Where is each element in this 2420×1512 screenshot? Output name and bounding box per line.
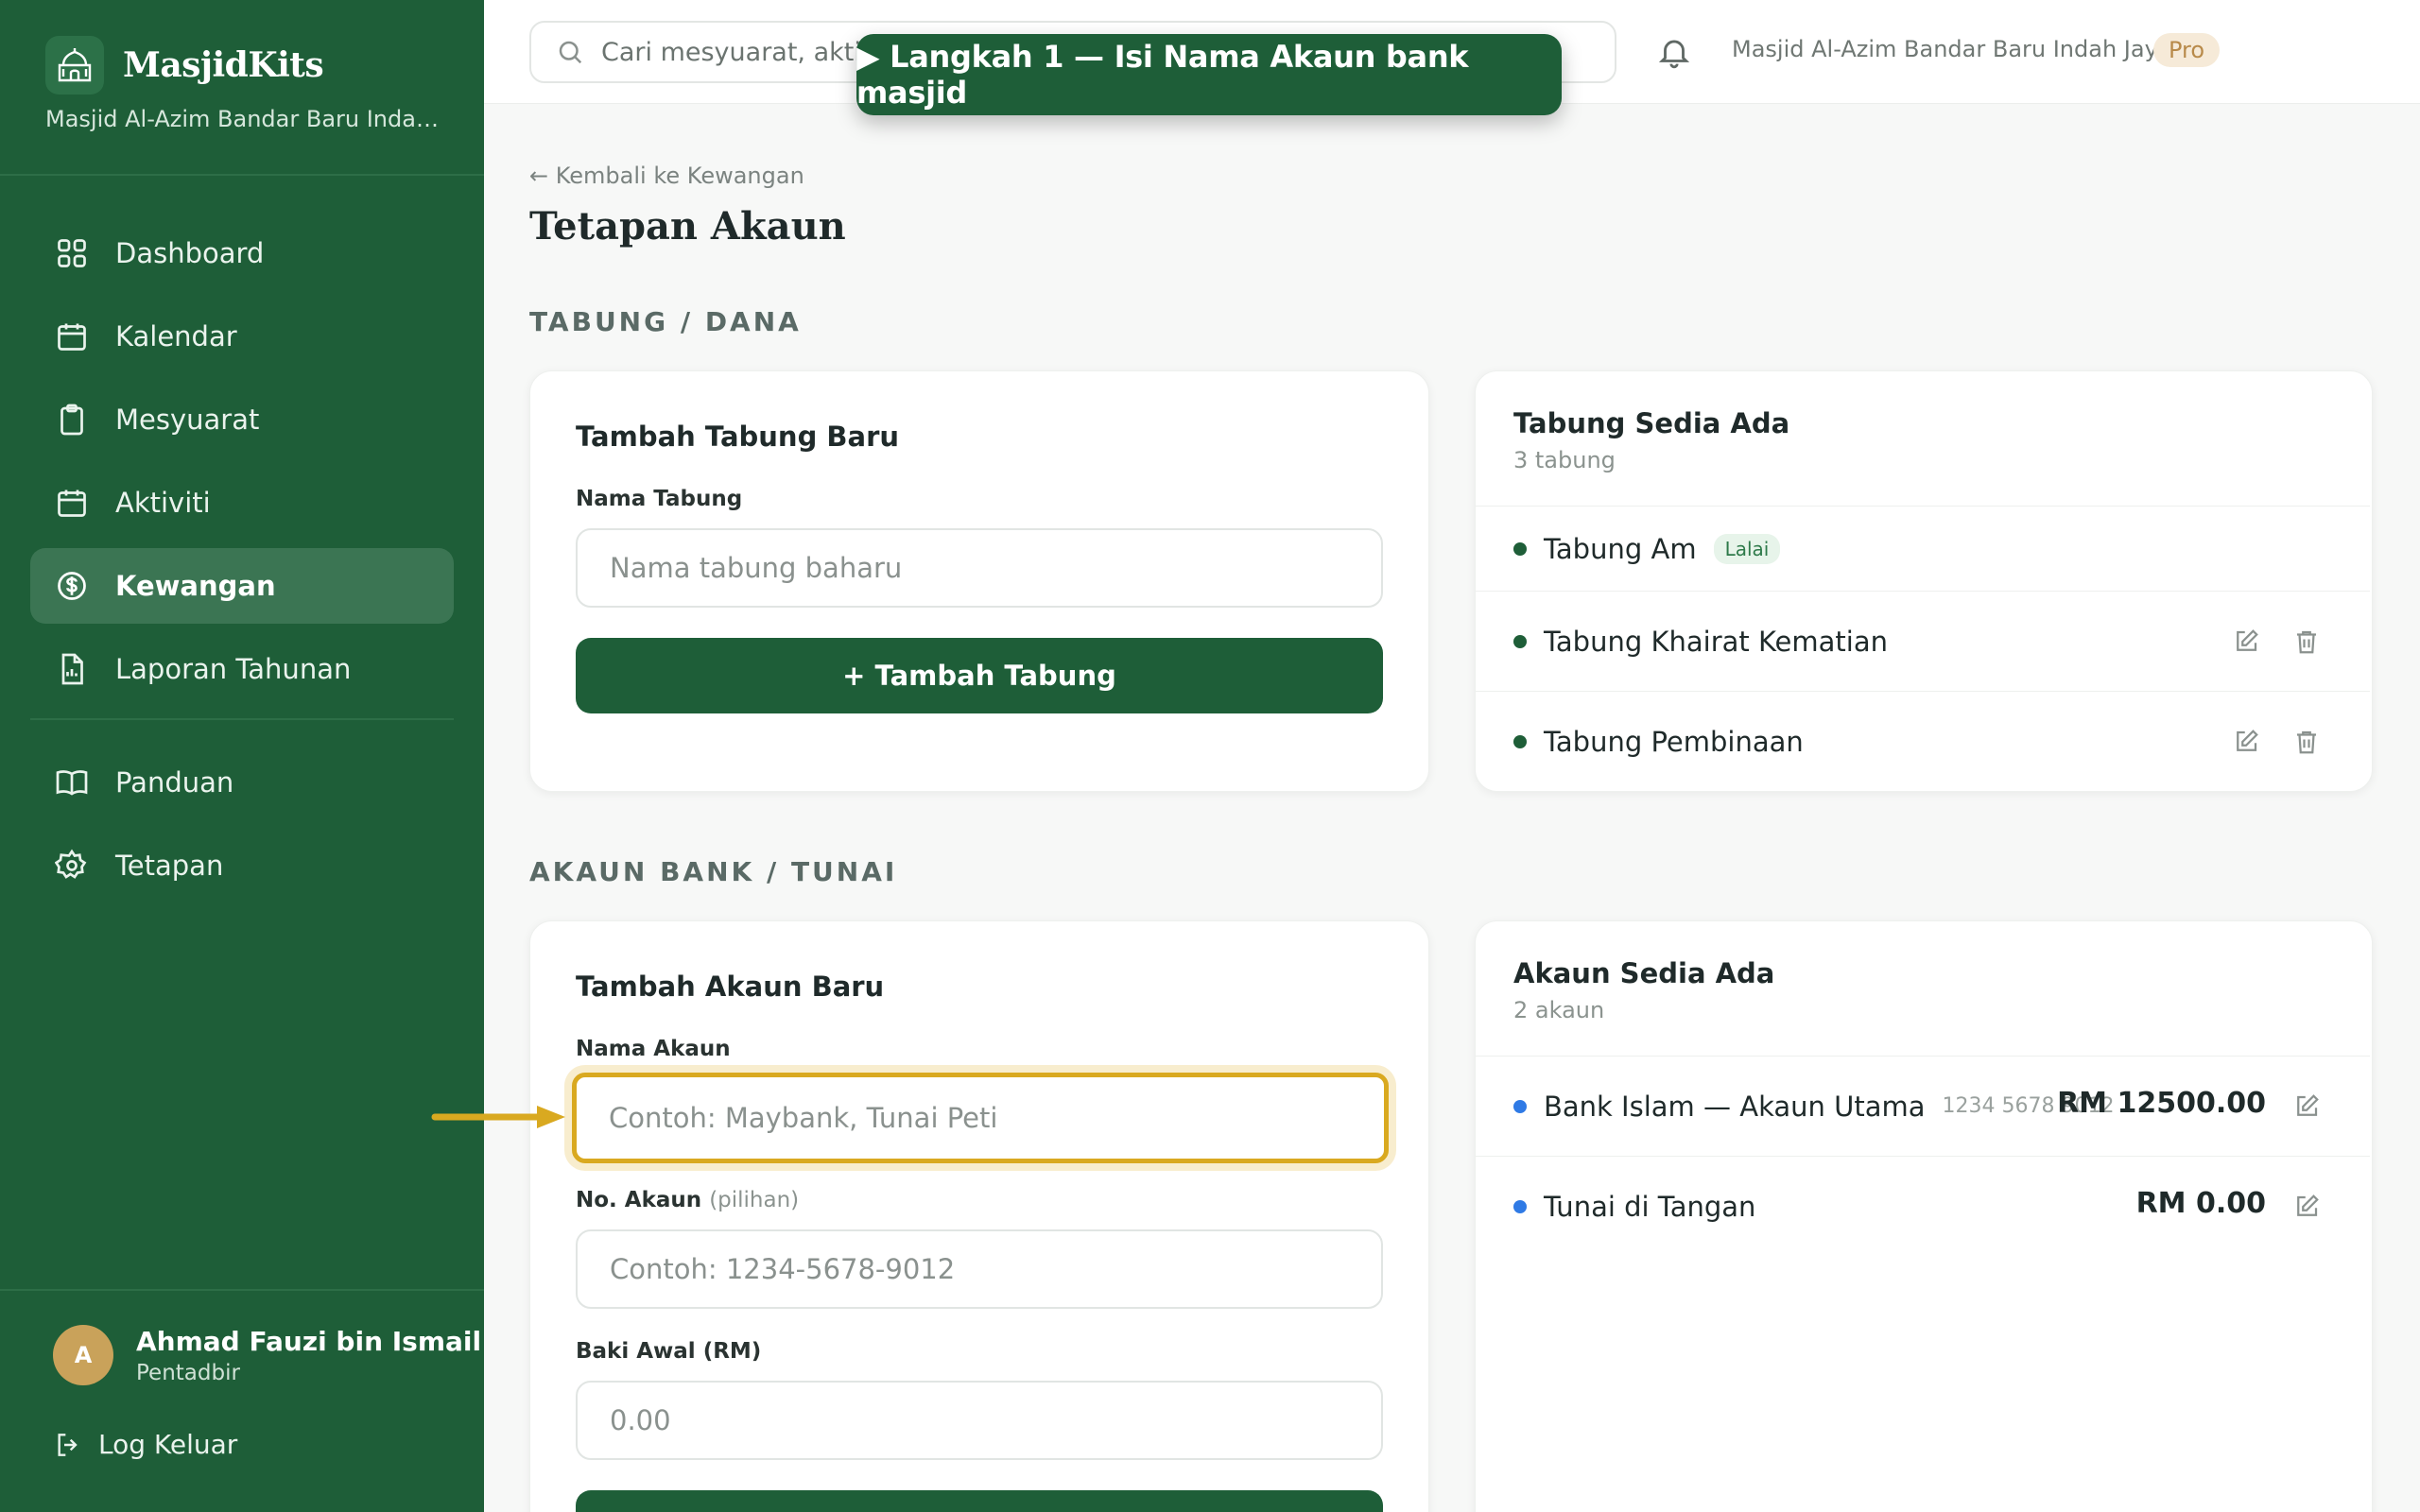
card-title: Tambah Akaun Baru bbox=[576, 971, 885, 1003]
dollar-icon bbox=[58, 572, 86, 600]
sidebar-item-label: Panduan bbox=[115, 766, 234, 799]
divider bbox=[0, 1289, 484, 1291]
sidebar-item-laporan-tahunan[interactable]: Laporan Tahunan bbox=[30, 631, 454, 707]
sidebar-item-label: Laporan Tahunan bbox=[115, 653, 352, 685]
sidebar-nav: Dashboard Kalendar Mesyuarat Aktiviti Ke… bbox=[30, 215, 454, 911]
pointer-arrow-icon bbox=[431, 1106, 565, 1128]
account-name: Bank Islam — Akaun Utama bbox=[1544, 1090, 1926, 1123]
opening-balance-input[interactable]: 0.00 bbox=[576, 1381, 1383, 1460]
section-title-funds: TABUNG / DANA bbox=[529, 306, 802, 337]
fund-name: Tabung Am bbox=[1544, 532, 1697, 565]
trash-icon[interactable] bbox=[2292, 728, 2321, 756]
mosque-icon bbox=[45, 36, 104, 94]
sidebar-item-tetapan[interactable]: Tetapan bbox=[30, 828, 454, 903]
search-icon bbox=[559, 41, 582, 64]
status-dot bbox=[1513, 1199, 1527, 1213]
sidebar-item-label: Kalendar bbox=[115, 320, 237, 352]
card-title: Akaun Sedia Ada bbox=[1513, 957, 1775, 989]
add-account-card: Tambah Akaun Baru Nama Akaun Contoh: May… bbox=[529, 920, 1429, 1512]
default-badge: Lalai bbox=[1713, 533, 1781, 564]
card-title: Tabung Sedia Ada bbox=[1513, 407, 1790, 439]
list-item[interactable]: Tabung Am Lalai bbox=[1476, 506, 2370, 591]
app-name: MasjidKits bbox=[123, 45, 324, 85]
divider bbox=[0, 174, 484, 176]
edit-icon[interactable] bbox=[2292, 1193, 2321, 1221]
clipboard-icon bbox=[60, 404, 83, 436]
fund-name-input[interactable]: Nama tabung baharu bbox=[576, 528, 1383, 608]
field-label-text: No. Akaun bbox=[576, 1188, 702, 1212]
list-item[interactable]: Tabung Khairat Kematian bbox=[1476, 591, 2370, 691]
sidebar-item-label: Kewangan bbox=[115, 570, 276, 602]
edit-icon[interactable] bbox=[2232, 627, 2260, 656]
sidebar-item-label: Tetapan bbox=[115, 850, 224, 882]
bell-icon[interactable] bbox=[1656, 34, 1692, 70]
card-title: Tambah Tabung Baru bbox=[576, 421, 900, 453]
plan-badge: Pro bbox=[2153, 33, 2221, 67]
status-dot bbox=[1513, 734, 1527, 748]
status-dot bbox=[1513, 1099, 1527, 1113]
user-name: Ahmad Fauzi bin Ismail bbox=[136, 1325, 482, 1357]
calendar-icon bbox=[58, 490, 86, 517]
list-item[interactable]: Bank Islam — Akaun Utama 1234 5678 9012 … bbox=[1476, 1056, 2370, 1156]
status-dot bbox=[1513, 634, 1527, 648]
add-fund-card: Tambah Tabung Baru Nama Tabung Nama tabu… bbox=[529, 370, 1429, 792]
sidebar-item-panduan[interactable]: Panduan bbox=[30, 745, 454, 820]
logout-icon bbox=[58, 1433, 78, 1456]
trash-icon[interactable] bbox=[2292, 627, 2321, 656]
list-item[interactable]: Tunai di Tangan RM 0.00 bbox=[1476, 1156, 2370, 1256]
sidebar-item-dashboard[interactable]: Dashboard bbox=[30, 215, 454, 291]
edit-icon[interactable] bbox=[2232, 728, 2260, 756]
user-role: Pentadbir bbox=[136, 1360, 240, 1385]
add-account-button[interactable] bbox=[576, 1490, 1383, 1512]
mosque-name-header: Masjid Al-Azim Bandar Baru Indah Jaya bbox=[1732, 36, 2172, 62]
avatar: A bbox=[53, 1325, 113, 1385]
tour-tooltip[interactable]: ▶ Langkah 1 — Isi Nama Akaun bank masjid bbox=[856, 34, 1562, 115]
sidebar-item-mesyuarat[interactable]: Mesyuarat bbox=[30, 382, 454, 457]
sidebar: MasjidKits Masjid Al-Azim Bandar Baru In… bbox=[0, 0, 484, 1512]
sidebar-item-kewangan[interactable]: Kewangan bbox=[30, 548, 454, 624]
add-fund-button[interactable]: + Tambah Tabung bbox=[576, 638, 1383, 713]
fund-name: Tabung Pembinaan bbox=[1544, 725, 1804, 758]
section-title-accounts: AKAUN BANK / TUNAI bbox=[529, 856, 898, 887]
edit-icon[interactable] bbox=[2292, 1092, 2321, 1121]
sidebar-item-label: Mesyuarat bbox=[115, 404, 260, 436]
account-number-input[interactable]: Contoh: 1234-5678-9012 bbox=[576, 1229, 1383, 1309]
account-balance: RM 0.00 bbox=[2135, 1187, 2266, 1220]
book-icon bbox=[56, 770, 88, 796]
list-item[interactable]: Tabung Pembinaan bbox=[1476, 691, 2370, 791]
brand[interactable]: MasjidKits bbox=[45, 36, 324, 94]
calendar-icon bbox=[58, 323, 86, 351]
existing-accounts-card: Akaun Sedia Ada 2 akaun Bank Islam — Aka… bbox=[1475, 920, 2373, 1512]
account-name: Tunai di Tangan bbox=[1544, 1190, 1756, 1223]
existing-funds-card: Tabung Sedia Ada 3 tabung Tabung Am Lala… bbox=[1475, 370, 2373, 792]
account-count: 2 akaun bbox=[1513, 997, 1605, 1023]
status-dot bbox=[1513, 541, 1527, 556]
logout-button[interactable]: Log Keluar bbox=[53, 1429, 237, 1460]
back-link[interactable]: ← Kembali ke Kewangan bbox=[529, 163, 804, 189]
field-label: Nama Akaun bbox=[576, 1037, 731, 1061]
sidebar-item-aktiviti[interactable]: Aktiviti bbox=[30, 465, 454, 541]
user-profile[interactable]: A Ahmad Fauzi bin Ismail Pentadbir bbox=[53, 1325, 481, 1385]
account-name-input[interactable]: Contoh: Maybank, Tunai Peti bbox=[572, 1073, 1389, 1163]
fund-name: Tabung Khairat Kematian bbox=[1544, 625, 1889, 658]
mosque-name: Masjid Al-Azim Bandar Baru Indah J... bbox=[45, 106, 442, 132]
sidebar-item-label: Dashboard bbox=[115, 237, 265, 269]
report-icon bbox=[61, 653, 83, 685]
gear-icon bbox=[55, 849, 87, 879]
field-label: Nama Tabung bbox=[576, 487, 743, 511]
grid-icon bbox=[58, 239, 86, 267]
field-label: No. Akaun (pilihan) bbox=[576, 1188, 799, 1212]
sidebar-item-kalendar[interactable]: Kalendar bbox=[30, 299, 454, 374]
field-label: Baki Awal (RM) bbox=[576, 1339, 762, 1364]
optional-hint: (pilihan) bbox=[709, 1188, 800, 1212]
logout-label: Log Keluar bbox=[98, 1429, 238, 1460]
sidebar-item-label: Aktiviti bbox=[115, 487, 211, 519]
divider bbox=[30, 718, 454, 720]
account-balance: RM 12500.00 bbox=[2057, 1087, 2266, 1120]
fund-count: 3 tabung bbox=[1513, 447, 1616, 473]
page-title: Tetapan Akaun bbox=[529, 204, 846, 249]
